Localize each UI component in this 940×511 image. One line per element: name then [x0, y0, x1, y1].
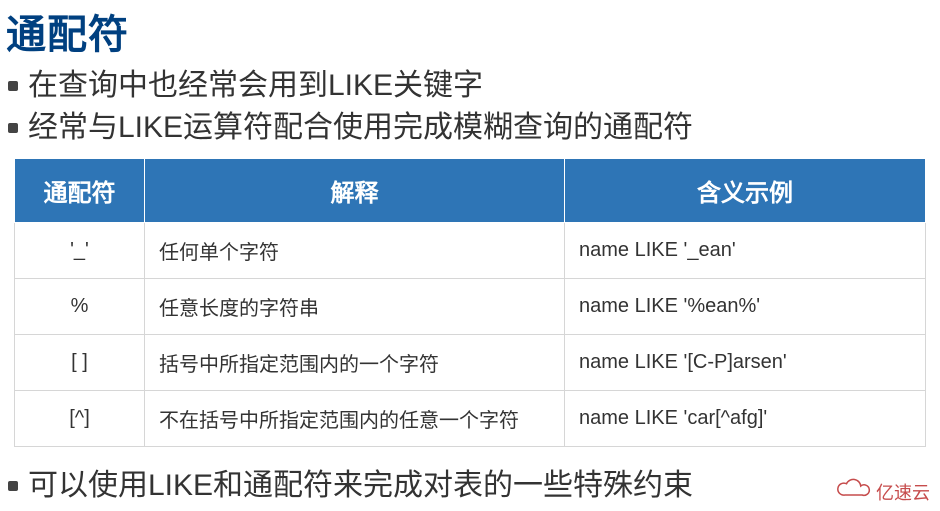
cell-wildcard: [^] [15, 391, 145, 447]
cell-explain: 任何单个字符 [145, 223, 565, 279]
cell-wildcard: '_' [15, 223, 145, 279]
table-header-row: 通配符 解释 含义示例 [15, 159, 926, 223]
cell-example: name LIKE '_ean' [565, 223, 926, 279]
intro-text-1: 经常与LIKE运算符配合使用完成模糊查询的通配符 [28, 109, 693, 147]
footer-line: 可以使用LIKE和通配符来完成对表的一些特殊约束 [0, 447, 940, 507]
footer-text: 可以使用LIKE和通配符来完成对表的一些特殊约束 [28, 467, 693, 505]
page-title: 通配符 [0, 0, 940, 65]
intro-text-0: 在查询中也经常会用到LIKE关键字 [28, 67, 483, 105]
col-header-explain: 解释 [145, 159, 565, 223]
watermark-text: 亿速云 [876, 479, 930, 505]
table-row: [^] 不在括号中所指定范围内的任意一个字符 name LIKE 'car[^a… [15, 391, 926, 447]
cell-explain: 括号中所指定范围内的一个字符 [145, 335, 565, 391]
cell-explain: 任意长度的字符串 [145, 279, 565, 335]
bullet-icon [8, 481, 18, 491]
cell-wildcard: % [15, 279, 145, 335]
cell-example: name LIKE 'car[^afg]' [565, 391, 926, 447]
cell-wildcard: [ ] [15, 335, 145, 391]
cell-explain: 不在括号中所指定范围内的任意一个字符 [145, 391, 565, 447]
intro-line-1: 经常与LIKE运算符配合使用完成模糊查询的通配符 [0, 107, 940, 149]
wildcard-table: 通配符 解释 含义示例 '_' 任何单个字符 name LIKE '_ean' … [14, 158, 926, 447]
table-row: [ ] 括号中所指定范围内的一个字符 name LIKE '[C-P]arsen… [15, 335, 926, 391]
cell-example: name LIKE '%ean%' [565, 279, 926, 335]
col-header-example: 含义示例 [565, 159, 926, 223]
cell-example: name LIKE '[C-P]arsen' [565, 335, 926, 391]
col-header-wildcard: 通配符 [15, 159, 145, 223]
bullet-icon [8, 123, 18, 133]
watermark: 亿速云 [836, 478, 930, 505]
cloud-icon [836, 478, 872, 505]
table-row: % 任意长度的字符串 name LIKE '%ean%' [15, 279, 926, 335]
intro-line-0: 在查询中也经常会用到LIKE关键字 [0, 65, 940, 107]
table-row: '_' 任何单个字符 name LIKE '_ean' [15, 223, 926, 279]
bullet-icon [8, 81, 18, 91]
